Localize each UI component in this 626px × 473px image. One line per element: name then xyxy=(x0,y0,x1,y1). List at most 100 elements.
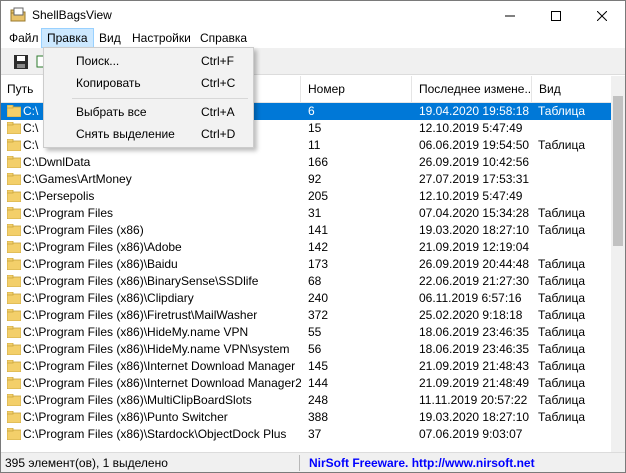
menu-item-select-all[interactable]: Выбрать все Ctrl+A xyxy=(44,101,253,123)
table-row[interactable]: C:\Program Files (x86)\Adobe 142 21.09.201… xyxy=(1,239,611,256)
cell-type: Таблица xyxy=(538,393,586,407)
close-button[interactable] xyxy=(579,1,625,31)
cell-type: Таблица xyxy=(538,206,586,220)
cell-number: 15 xyxy=(308,121,322,135)
folder-icon xyxy=(7,190,21,202)
folder-icon xyxy=(7,428,21,440)
folder-icon xyxy=(7,105,21,117)
table-row[interactable]: C:\Persepolis 205 12.10.2019 5:47:49 xyxy=(1,188,611,205)
cell-modified: 11.11.2019 20:57:22 xyxy=(419,393,528,407)
menu-item-copy[interactable]: Копировать Ctrl+C xyxy=(44,72,253,94)
cell-modified: 18.06.2019 23:46:35 xyxy=(419,325,530,339)
cell-number: 56 xyxy=(308,342,322,356)
cell-path: C:\Program Files (x86)\Baidu xyxy=(23,257,178,271)
cell-type xyxy=(538,239,608,256)
table-row[interactable]: C:\Program Files (x86)\Punto Switcher 388… xyxy=(1,409,611,426)
column-header-modified[interactable]: Последнее измене... xyxy=(413,76,532,103)
cell-type: Таблица xyxy=(538,359,586,373)
cell-path: C:\Program Files (x86)\Internet Download… xyxy=(23,376,301,390)
table-row[interactable]: C:\Program Files (x86)\Clipdiary 240 06.11… xyxy=(1,290,611,307)
cell-number: 141 xyxy=(308,223,329,237)
menu-edit[interactable]: Правка xyxy=(41,28,94,48)
cell-number: 145 xyxy=(308,359,329,373)
table-row[interactable]: C:\Program Files (x86)\MultiClipBoardSlo… xyxy=(1,392,611,409)
vertical-scrollbar[interactable] xyxy=(611,76,625,452)
cell-type xyxy=(538,426,608,443)
cell-type: Таблица xyxy=(538,410,586,424)
cell-number: 92 xyxy=(308,172,322,186)
menu-view[interactable]: Вид xyxy=(94,28,126,48)
cell-modified: 21.09.2019 12:19:04 xyxy=(419,240,530,254)
table-row[interactable]: C:\Program Files (x86)\Internet Download… xyxy=(1,358,611,375)
table-row[interactable]: C:\Program Files (x86)\Internet Download… xyxy=(1,375,611,392)
column-header-number[interactable]: Номер xyxy=(302,76,412,103)
cell-number: 6 xyxy=(308,104,315,118)
cell-number: 205 xyxy=(308,189,329,203)
cell-path: C:\Program Files (x86)\Clipdiary xyxy=(23,291,194,305)
folder-icon xyxy=(7,207,21,219)
table-row[interactable]: C:\Program Files (x86)\Firetrust\MailWas… xyxy=(1,307,611,324)
menu-file[interactable]: Файл xyxy=(4,28,44,48)
floppy-disk-icon xyxy=(14,55,28,69)
menu-item-deselect[interactable]: Снять выделение Ctrl+D xyxy=(44,123,253,145)
status-separator xyxy=(299,455,300,471)
table-row[interactable]: C:\Program Files (x86)\HideMy.name VPN\s… xyxy=(1,341,611,358)
save-button[interactable] xyxy=(10,51,32,73)
folder-icon xyxy=(7,258,21,270)
cell-path: C:\Program Files xyxy=(23,206,114,220)
cell-number: 31 xyxy=(308,206,322,220)
status-item-count: 395 элемент(ов), 1 выделено xyxy=(5,456,168,470)
menu-item-find[interactable]: Поиск... Ctrl+F xyxy=(44,50,253,72)
cell-modified: 26.09.2019 20:44:48 xyxy=(419,257,530,271)
folder-icon xyxy=(7,122,21,134)
table-row[interactable]: C:\DwnlData 166 26.09.2019 10:42:56 xyxy=(1,154,611,171)
cell-path: C:\Program Files (x86)\Stardock\ObjectDo… xyxy=(23,427,287,441)
menu-item-deselect-label: Снять выделение xyxy=(76,127,175,141)
table-row[interactable]: C:\Program Files (x86)\Baidu 173 26.09.201… xyxy=(1,256,611,273)
table-row[interactable]: C:\Program Files (x86)\Stardock\ObjectDo… xyxy=(1,426,611,443)
column-header-type[interactable]: Вид xyxy=(533,76,611,103)
app-window: ShellBagsView Файл Правка Вид Настройки … xyxy=(0,0,626,473)
nirsoft-link[interactable]: NirSoft Freeware. http://www.nirsoft.net xyxy=(309,456,535,470)
cell-modified: 12.10.2019 5:47:49 xyxy=(419,189,523,203)
table-row[interactable]: C:\Program Files (x86)\HideMy.name VPN 55… xyxy=(1,324,611,341)
cell-type: Таблица xyxy=(538,308,586,322)
window-title: ShellBagsView xyxy=(32,8,112,22)
maximize-icon xyxy=(551,11,561,21)
menu-settings[interactable]: Настройки xyxy=(127,28,196,48)
table-row[interactable]: C:\Games\ArtMoney 92 27.07.2019 17:53:31 xyxy=(1,171,611,188)
cell-number: 388 xyxy=(308,410,329,424)
table-row[interactable]: C:\Program Files (x86)\BinarySense\SSDli… xyxy=(1,273,611,290)
cell-number: 11 xyxy=(308,138,321,152)
cell-number: 37 xyxy=(308,427,322,441)
table-row[interactable]: C:\Program Files 31 07.04.2020 15:34:28 Таб… xyxy=(1,205,611,222)
cell-modified: 19.04.2020 19:58:18 xyxy=(419,104,530,118)
minimize-button[interactable] xyxy=(487,1,533,31)
menu-bar: Файл Правка Вид Настройки Справка xyxy=(1,28,625,48)
vertical-scrollbar-thumb[interactable] xyxy=(613,96,623,246)
cell-number: 248 xyxy=(308,393,329,407)
status-bar: 395 элемент(ов), 1 выделено NirSoft Free… xyxy=(1,452,625,472)
minimize-icon xyxy=(505,15,515,17)
cell-path: C:\Program Files (x86)\Punto Switcher xyxy=(23,410,228,424)
cell-number: 173 xyxy=(308,257,329,271)
title-bar[interactable]: ShellBagsView xyxy=(1,1,625,31)
cell-modified: 07.06.2019 9:03:07 xyxy=(419,427,523,441)
cell-type: Таблица xyxy=(538,257,586,271)
cell-modified: 07.04.2020 15:34:28 xyxy=(419,206,530,220)
cell-path: C:\Program Files (x86)\Adobe xyxy=(23,240,182,254)
folder-icon xyxy=(7,292,21,304)
cell-path: C:\Program Files (x86)\Firetrust\MailWas… xyxy=(23,308,258,322)
menu-help[interactable]: Справка xyxy=(195,28,252,48)
menu-item-select-all-label: Выбрать все xyxy=(76,105,147,119)
cell-type xyxy=(538,154,608,171)
cell-modified: 19.03.2020 18:27:10 xyxy=(419,223,530,237)
folder-icon xyxy=(7,360,21,372)
maximize-button[interactable] xyxy=(533,1,579,31)
cell-type: Таблица xyxy=(538,138,586,152)
folder-icon xyxy=(7,343,21,355)
cell-number: 144 xyxy=(308,376,329,390)
table-row[interactable]: C:\Program Files (x86) 141 19.03.2020 18:2… xyxy=(1,222,611,239)
folder-icon xyxy=(7,173,21,185)
menu-item-deselect-shortcut: Ctrl+D xyxy=(201,127,236,141)
